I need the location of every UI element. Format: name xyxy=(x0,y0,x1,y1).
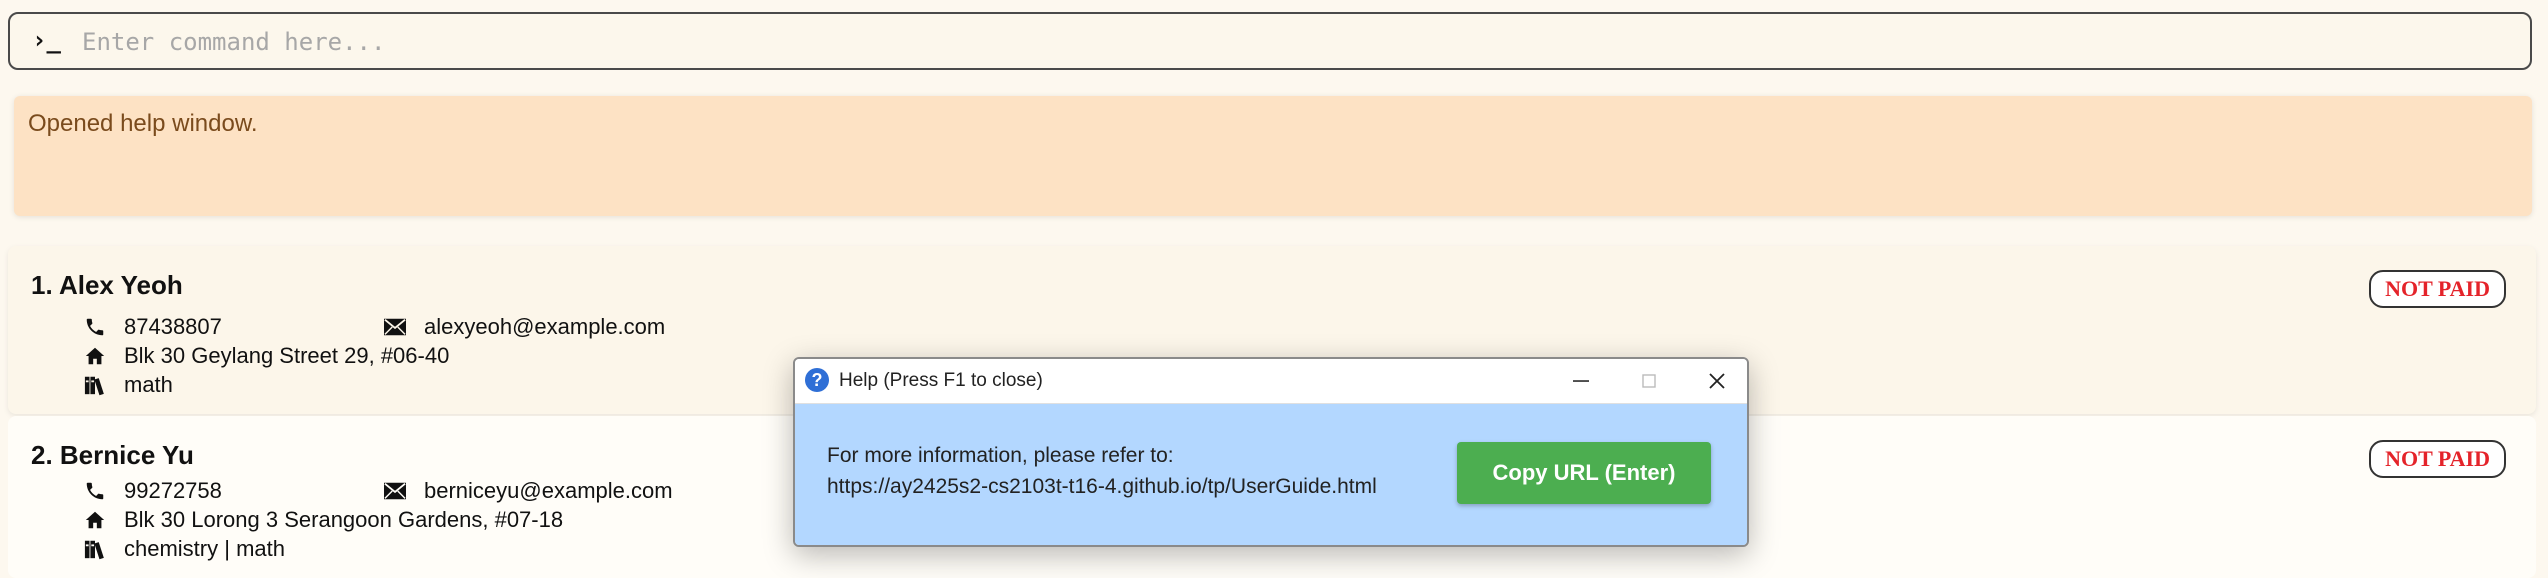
phone-row: 99272758 xyxy=(84,478,222,504)
email-row: alexyeoh@example.com xyxy=(384,314,665,340)
question-icon: ? xyxy=(805,368,829,392)
home-icon xyxy=(85,511,105,529)
email-address: berniceyu@example.com xyxy=(424,478,673,503)
result-message: Opened help window. xyxy=(28,110,258,137)
phone-number: 87438807 xyxy=(124,314,222,339)
maximize-button[interactable] xyxy=(1629,365,1669,397)
person-name: 1. Alex Yeoh xyxy=(31,270,183,300)
copy-url-button[interactable]: Copy URL (Enter) xyxy=(1457,442,1711,504)
payment-status-badge: NOT PAID xyxy=(2369,270,2506,308)
address-text: Blk 30 Lorong 3 Serangoon Gardens, #07-1… xyxy=(124,507,564,532)
email-address: alexyeoh@example.com xyxy=(424,314,666,339)
help-info-text: For more information, please refer to: xyxy=(827,444,1174,467)
address-text: Blk 30 Geylang Street 29, #06-40 xyxy=(124,343,450,368)
minimize-button[interactable] xyxy=(1561,365,1601,397)
help-body: For more information, please refer to: h… xyxy=(795,404,1747,545)
phone-icon xyxy=(86,482,104,500)
phone-icon xyxy=(86,318,104,336)
subjects-row: chemistry | math xyxy=(84,536,285,562)
payment-status-badge: NOT PAID xyxy=(2369,440,2506,478)
email-icon xyxy=(384,318,406,336)
user-guide-url: https://ay2425s2-cs2103t-t16-4.github.io… xyxy=(827,475,1377,498)
person-name: 2. Bernice Yu xyxy=(31,440,194,470)
subjects-row: math xyxy=(84,372,173,398)
phone-number: 99272758 xyxy=(124,478,222,503)
help-titlebar[interactable]: ? Help (Press F1 to close) xyxy=(795,359,1747,404)
address-row: Blk 30 Lorong 3 Serangoon Gardens, #07-1… xyxy=(84,507,563,533)
home-icon xyxy=(85,347,105,365)
command-box[interactable]: ›_ xyxy=(8,12,2532,70)
email-row: berniceyu@example.com xyxy=(384,478,673,504)
books-icon xyxy=(84,540,104,560)
command-input[interactable] xyxy=(80,22,2504,62)
terminal-prompt-icon: ›_ xyxy=(32,26,61,54)
subjects-text: math xyxy=(124,372,173,397)
help-window-title: Help (Press F1 to close) xyxy=(839,370,1043,391)
subjects-text: chemistry | math xyxy=(124,536,285,561)
close-button[interactable] xyxy=(1697,365,1737,397)
email-icon xyxy=(384,482,406,500)
address-row: Blk 30 Geylang Street 29, #06-40 xyxy=(84,343,449,369)
help-window[interactable]: ? Help (Press F1 to close) For more info… xyxy=(793,357,1749,547)
phone-row: 87438807 xyxy=(84,314,222,340)
books-icon xyxy=(84,376,104,396)
result-display: Opened help window. xyxy=(14,96,2532,216)
